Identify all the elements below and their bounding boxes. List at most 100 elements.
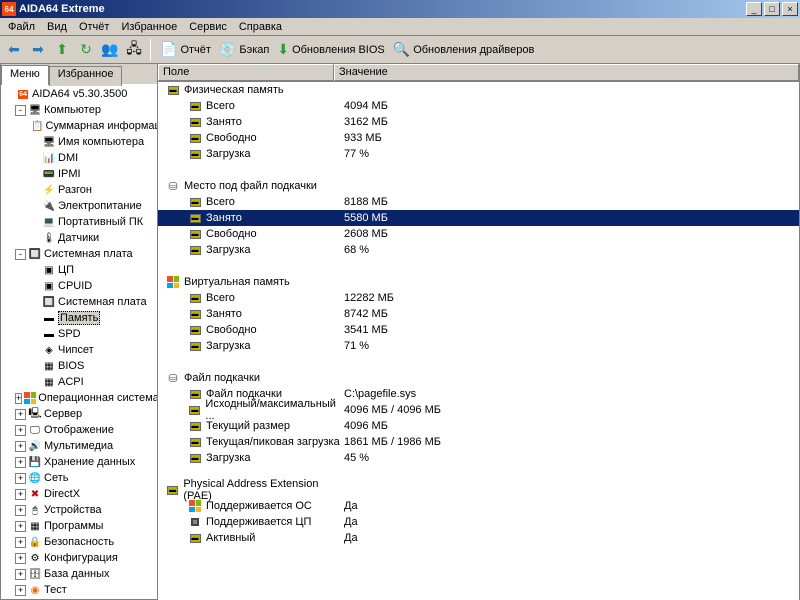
data-row[interactable]: ▬АктивныйДа xyxy=(158,530,799,546)
data-row[interactable]: ▬Занято8742 МБ xyxy=(158,306,799,322)
tree-item[interactable]: 🔌Электропитание xyxy=(1,198,157,214)
data-row[interactable]: ▬Текущая/пиковая загрузка1861 МБ / 1986 … xyxy=(158,434,799,450)
tree-item[interactable]: ⚡Разгон xyxy=(1,182,157,198)
tree-item[interactable]: 📋Суммарная информация xyxy=(1,118,157,134)
tree-item[interactable]: 🔲Системная плата xyxy=(1,294,157,310)
tree-item[interactable]: +🗄База данных xyxy=(1,566,157,582)
data-row[interactable]: ▬Загрузка71 % xyxy=(158,338,799,354)
data-row[interactable]: ▬Свободно933 МБ xyxy=(158,130,799,146)
data-row[interactable]: ▬Свободно3541 МБ xyxy=(158,322,799,338)
expand-toggle[interactable]: + xyxy=(15,425,26,436)
tree-item[interactable]: +▦Программы xyxy=(1,518,157,534)
section-header[interactable]: ⛁Файл подкачки xyxy=(158,370,799,386)
users-button[interactable]: 👥 xyxy=(99,39,121,61)
menu-вид[interactable]: Вид xyxy=(41,20,73,34)
bios-updates-button[interactable]: ⬇Обновления BIOS xyxy=(273,41,388,58)
menu-справка[interactable]: Справка xyxy=(233,20,288,34)
tree-item[interactable]: -🖥Компьютер xyxy=(1,102,157,118)
tree-item[interactable]: +🌐Сеть xyxy=(1,470,157,486)
data-row[interactable]: ▬Всего8188 МБ xyxy=(158,194,799,210)
menu-сервис[interactable]: Сервис xyxy=(183,20,233,34)
data-row[interactable]: ▬Занято3162 МБ xyxy=(158,114,799,130)
menu-избранное[interactable]: Избранное xyxy=(115,20,183,34)
header-field[interactable]: Поле xyxy=(158,64,334,81)
data-row[interactable]: ▬Исходный/максимальный ...4096 МБ / 4096… xyxy=(158,402,799,418)
header-value[interactable]: Значение xyxy=(334,64,799,81)
section-header[interactable]: ▬Физическая память xyxy=(158,82,799,98)
section-header[interactable]: ▬Physical Address Extension (PAE) xyxy=(158,482,799,498)
tree-item[interactable]: +⚙Конфигурация xyxy=(1,550,157,566)
data-row[interactable]: ▬Загрузка45 % xyxy=(158,450,799,466)
expand-toggle[interactable]: + xyxy=(15,505,26,516)
minimize-button[interactable]: _ xyxy=(746,2,762,16)
data-row[interactable]: ▬Всего12282 МБ xyxy=(158,290,799,306)
expand-toggle[interactable]: + xyxy=(15,441,26,452)
tab-меню[interactable]: Меню xyxy=(1,65,49,85)
memory-chip-icon: ▬ xyxy=(188,291,202,305)
tree-item[interactable]: +🔒Безопасность xyxy=(1,534,157,550)
nav-tree[interactable]: 64AIDA64 v5.30.3500-🖥Компьютер📋Суммарная… xyxy=(1,84,157,599)
column-headers[interactable]: Поле Значение xyxy=(158,64,799,82)
tree-root[interactable]: 64AIDA64 v5.30.3500 xyxy=(1,86,157,102)
data-row[interactable]: ▬Всего4094 МБ xyxy=(158,98,799,114)
tree-item[interactable]: ▦BIOS xyxy=(1,358,157,374)
driver-updates-button[interactable]: 🔍Обновления драйверов xyxy=(389,41,539,58)
nav-back-button[interactable]: ⬅ xyxy=(3,39,25,61)
expand-toggle[interactable]: + xyxy=(15,585,26,596)
tree-item[interactable]: +🖵Отображение xyxy=(1,422,157,438)
data-row[interactable]: ▬Загрузка68 % xyxy=(158,242,799,258)
tree-item[interactable]: 📟IPMI xyxy=(1,166,157,182)
tree-item[interactable]: +🔊Мультимедиа xyxy=(1,438,157,454)
data-row[interactable]: ▬Текущий размер4096 МБ xyxy=(158,418,799,434)
tree-item[interactable]: 📊DMI xyxy=(1,150,157,166)
tree-item[interactable]: +◉Тест xyxy=(1,582,157,598)
tree-item[interactable]: +🖰Устройства xyxy=(1,502,157,518)
section-header[interactable]: ⛁Место под файл подкачки xyxy=(158,178,799,194)
tree-item[interactable]: ▬Память xyxy=(1,310,157,326)
expand-toggle[interactable]: + xyxy=(15,489,26,500)
report-button[interactable]: 📄Отчёт xyxy=(156,41,215,58)
data-row[interactable]: ▬Загрузка77 % xyxy=(158,146,799,162)
tree-item[interactable]: 💻Портативный ПК xyxy=(1,214,157,230)
expand-toggle[interactable]: + xyxy=(15,393,22,404)
field-value: 8742 МБ xyxy=(342,308,799,320)
expand-toggle[interactable]: + xyxy=(15,569,26,580)
field-value: 933 МБ xyxy=(342,132,799,144)
tree-item[interactable]: ▦ACPI xyxy=(1,374,157,390)
expand-toggle[interactable]: - xyxy=(15,105,26,116)
menu-отчёт[interactable]: Отчёт xyxy=(73,20,115,34)
tree-item[interactable]: 🌡Датчики xyxy=(1,230,157,246)
tree-item[interactable]: +✖DirectX xyxy=(1,486,157,502)
tree-item[interactable]: ▣ЦП xyxy=(1,262,157,278)
tab-избранное[interactable]: Избранное xyxy=(49,66,123,86)
tree-item[interactable]: -🔲Системная плата xyxy=(1,246,157,262)
menu-файл[interactable]: Файл xyxy=(2,20,41,34)
maximize-button[interactable]: □ xyxy=(764,2,780,16)
tree-item[interactable]: ◈Чипсет xyxy=(1,342,157,358)
tree-item[interactable]: +💾Хранение данных xyxy=(1,454,157,470)
tree-item[interactable]: +Операционная система xyxy=(1,390,157,406)
data-list[interactable]: ▬Физическая память▬Всего4094 МБ▬Занято31… xyxy=(158,82,799,600)
tree-item[interactable]: 🖥Имя компьютера xyxy=(1,134,157,150)
data-row[interactable]: ▬Занято5580 МБ xyxy=(158,210,799,226)
section-header[interactable]: Виртуальная память xyxy=(158,274,799,290)
tree-item[interactable]: ▣CPUID xyxy=(1,278,157,294)
close-button[interactable]: × xyxy=(782,2,798,16)
expand-toggle[interactable]: + xyxy=(15,537,26,548)
tree-item[interactable]: +🖳Сервер xyxy=(1,406,157,422)
data-row[interactable]: Поддерживается ЦПДа xyxy=(158,514,799,530)
expand-toggle[interactable]: + xyxy=(15,521,26,532)
refresh-button[interactable]: ↻ xyxy=(75,39,97,61)
expand-toggle[interactable]: + xyxy=(15,473,26,484)
expand-toggle[interactable]: + xyxy=(15,553,26,564)
network-button[interactable]: 🖧 xyxy=(123,39,145,61)
data-row[interactable]: Поддерживается ОСДа xyxy=(158,498,799,514)
backup-button[interactable]: 💿Бэкап xyxy=(215,41,273,58)
nav-up-button[interactable]: ⬆ xyxy=(51,39,73,61)
expand-toggle[interactable]: + xyxy=(15,409,26,420)
expand-toggle[interactable]: - xyxy=(15,249,26,260)
nav-forward-button[interactable]: ➡ xyxy=(27,39,49,61)
data-row[interactable]: ▬Свободно2608 МБ xyxy=(158,226,799,242)
tree-item[interactable]: ▬SPD xyxy=(1,326,157,342)
expand-toggle[interactable]: + xyxy=(15,457,26,468)
